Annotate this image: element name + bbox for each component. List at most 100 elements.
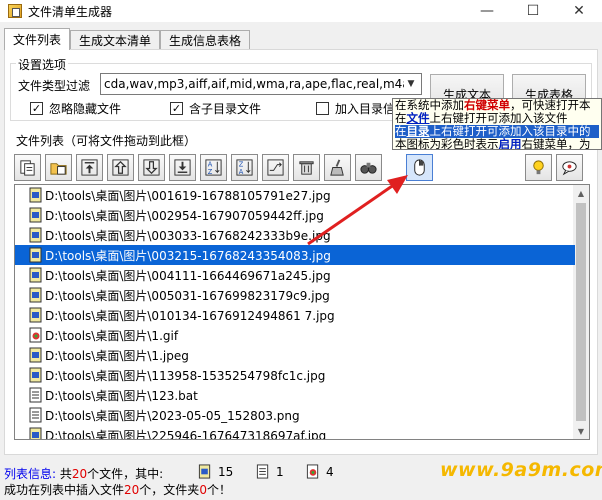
- file-listbox[interactable]: ▲ ▼ D:\tools\桌面\图片\001619-16788105791e27…: [14, 184, 590, 440]
- sort-descending-button[interactable]: ZA: [231, 154, 258, 181]
- file-list-item[interactable]: D:\tools\桌面\图片\123.bat: [29, 385, 198, 405]
- file-list-item[interactable]: D:\tools\桌面\图片\2023-05-05_152803.png: [29, 405, 300, 425]
- context-menu-toggle-button[interactable]: [406, 154, 433, 181]
- total-count: 20: [71, 467, 88, 481]
- file-path: D:\tools\桌面\图片\225946-167647318697af.jpg: [45, 428, 327, 440]
- tooltip-text: 上右键打开可添加入该文件: [429, 111, 568, 125]
- tab-file-list[interactable]: 文件列表: [4, 28, 71, 50]
- checkbox-empty: [316, 102, 329, 115]
- file-type-filter-combo[interactable]: cda,wav,mp3,aiff,aif,mid,wma,ra,ape,flac…: [100, 73, 422, 95]
- tab-strip: 文件列表 生成文本清单 生成信息表格: [4, 28, 251, 50]
- chat-button[interactable]: [556, 154, 583, 181]
- status-text: 共: [59, 467, 72, 481]
- doc-count-value: 1: [276, 464, 284, 479]
- file-path: D:\tools\桌面\图片\005031-167699823179c9.jpg: [45, 288, 330, 303]
- add-files-icon: [20, 160, 35, 176]
- tooltip-text: ，可快速打开本: [510, 98, 591, 112]
- clear-list-button[interactable]: [324, 154, 351, 181]
- image-file-icon: [29, 187, 43, 203]
- svg-text:Z: Z: [208, 168, 213, 176]
- file-path: D:\tools\桌面\图片\1.jpeg: [45, 348, 189, 363]
- other-count: 4: [306, 464, 334, 479]
- image-count: 15: [198, 464, 233, 479]
- doc-count: 1: [256, 464, 284, 479]
- document-file-icon: [29, 407, 43, 423]
- file-list-item[interactable]: D:\tools\桌面\图片\010134-1676912494861 7.jp…: [29, 305, 335, 325]
- tab-generate-text[interactable]: 生成文本清单: [70, 30, 161, 50]
- arrow-down-icon: [143, 159, 160, 176]
- image-file-icon: [29, 207, 43, 223]
- checkmark-icon: ✓: [170, 102, 183, 115]
- checkmark-icon: ✓: [30, 102, 43, 115]
- arrow-up-icon: [112, 159, 129, 176]
- document-file-icon: [256, 464, 269, 479]
- file-list-label: 文件列表（可将文件拖动到此框）: [16, 132, 197, 149]
- binoculars-icon: [360, 162, 377, 174]
- file-list-item[interactable]: D:\tools\桌面\图片\002954-167907059442ff.jpg: [29, 205, 324, 225]
- file-list-item[interactable]: D:\tools\桌面\图片\1.gif: [29, 325, 178, 345]
- scroll-thumb[interactable]: [576, 203, 586, 421]
- tips-button[interactable]: [525, 154, 552, 181]
- mouse-icon: [414, 159, 425, 176]
- image-file-icon: [29, 427, 43, 439]
- file-list-item[interactable]: D:\tools\桌面\图片\225946-167647318697af.jpg: [29, 425, 327, 440]
- file-toolbar: AZ ZA: [14, 154, 587, 182]
- image-file-icon: [29, 367, 43, 383]
- move-up-button[interactable]: [107, 154, 134, 181]
- list-info-label: 列表信息:: [4, 467, 57, 481]
- status-line-1: 列表信息: 共20个文件，其中:: [4, 465, 163, 482]
- status-text: 成功在列表中插入文件: [4, 483, 125, 497]
- close-button[interactable]: ✕: [556, 0, 602, 22]
- file-list-item[interactable]: D:\tools\桌面\图片\003215-16768243354083.jpg: [15, 245, 575, 265]
- add-dir-info-checkbox[interactable]: 加入目录信: [316, 100, 395, 117]
- window-title: 文件清单生成器: [28, 4, 113, 19]
- app-icon: [8, 4, 22, 18]
- move-down-button[interactable]: [138, 154, 165, 181]
- file-list-item[interactable]: D:\tools\桌面\图片\003033-16768242333b9e.jpg: [29, 225, 331, 245]
- maximize-button[interactable]: ☐: [510, 0, 556, 22]
- title-bar: 文件清单生成器 — ☐ ✕: [0, 0, 602, 22]
- other-file-icon: [306, 464, 319, 479]
- add-files-button[interactable]: [14, 154, 41, 181]
- file-list-item[interactable]: D:\tools\桌面\图片\005031-167699823179c9.jpg: [29, 285, 330, 305]
- tooltip-text: 本图标为彩色时表示: [395, 137, 499, 150]
- file-list-item[interactable]: D:\tools\桌面\图片\113958-1535254798fc1c.jpg: [29, 365, 325, 385]
- add-folder-button[interactable]: [45, 154, 72, 181]
- ignore-hidden-label: 忽略隐藏文件: [49, 102, 122, 116]
- file-list-item[interactable]: D:\tools\桌面\图片\1.jpeg: [29, 345, 189, 365]
- minimize-button[interactable]: —: [464, 0, 510, 22]
- add-dir-info-label: 加入目录信: [335, 102, 396, 116]
- vertical-scrollbar[interactable]: ▲ ▼: [573, 185, 589, 439]
- shuffle-icon: [267, 159, 284, 176]
- scroll-up-icon[interactable]: ▲: [573, 185, 589, 201]
- status-text: 个！: [206, 483, 231, 497]
- watermark: www.9a9m.com: [440, 459, 602, 481]
- move-bottom-button[interactable]: [169, 154, 196, 181]
- ignore-hidden-checkbox[interactable]: ✓ 忽略隐藏文件: [30, 100, 121, 117]
- tooltip-highlight: 文件: [406, 111, 430, 125]
- delete-button[interactable]: [293, 154, 320, 181]
- settings-group-label: 设置选项: [16, 56, 69, 73]
- file-path: D:\tools\桌面\图片\010134-1676912494861 7.jp…: [45, 308, 335, 323]
- file-path: D:\tools\桌面\图片\113958-1535254798fc1c.jpg: [45, 368, 326, 383]
- scroll-down-icon[interactable]: ▼: [573, 423, 589, 439]
- chevron-down-icon[interactable]: ▼: [403, 75, 419, 93]
- image-file-icon: [29, 307, 43, 323]
- find-button[interactable]: [355, 154, 382, 181]
- tab-generate-table[interactable]: 生成信息表格: [160, 30, 251, 50]
- sort-ascending-button[interactable]: AZ: [200, 154, 227, 181]
- image-file-icon: [29, 287, 43, 303]
- sort-za-icon: ZA: [236, 159, 253, 176]
- file-path: D:\tools\桌面\图片\002954-167907059442ff.jpg: [45, 208, 324, 223]
- include-subdirs-checkbox[interactable]: ✓ 含子目录文件: [170, 100, 261, 117]
- file-list-item[interactable]: D:\tools\桌面\图片\004111-1664469671a245.jpg: [29, 265, 331, 285]
- shuffle-button[interactable]: [262, 154, 289, 181]
- include-subdirs-label: 含子目录文件: [189, 102, 262, 116]
- inserted-count: 20: [124, 483, 140, 497]
- move-top-button[interactable]: [76, 154, 103, 181]
- file-list-item[interactable]: D:\tools\桌面\图片\001619-16788105791e27.jpg: [29, 185, 331, 205]
- document-file-icon: [29, 387, 43, 403]
- trash-icon: [299, 161, 314, 175]
- image-file-icon: [29, 247, 43, 263]
- status-text: 个文件，其中:: [87, 467, 164, 481]
